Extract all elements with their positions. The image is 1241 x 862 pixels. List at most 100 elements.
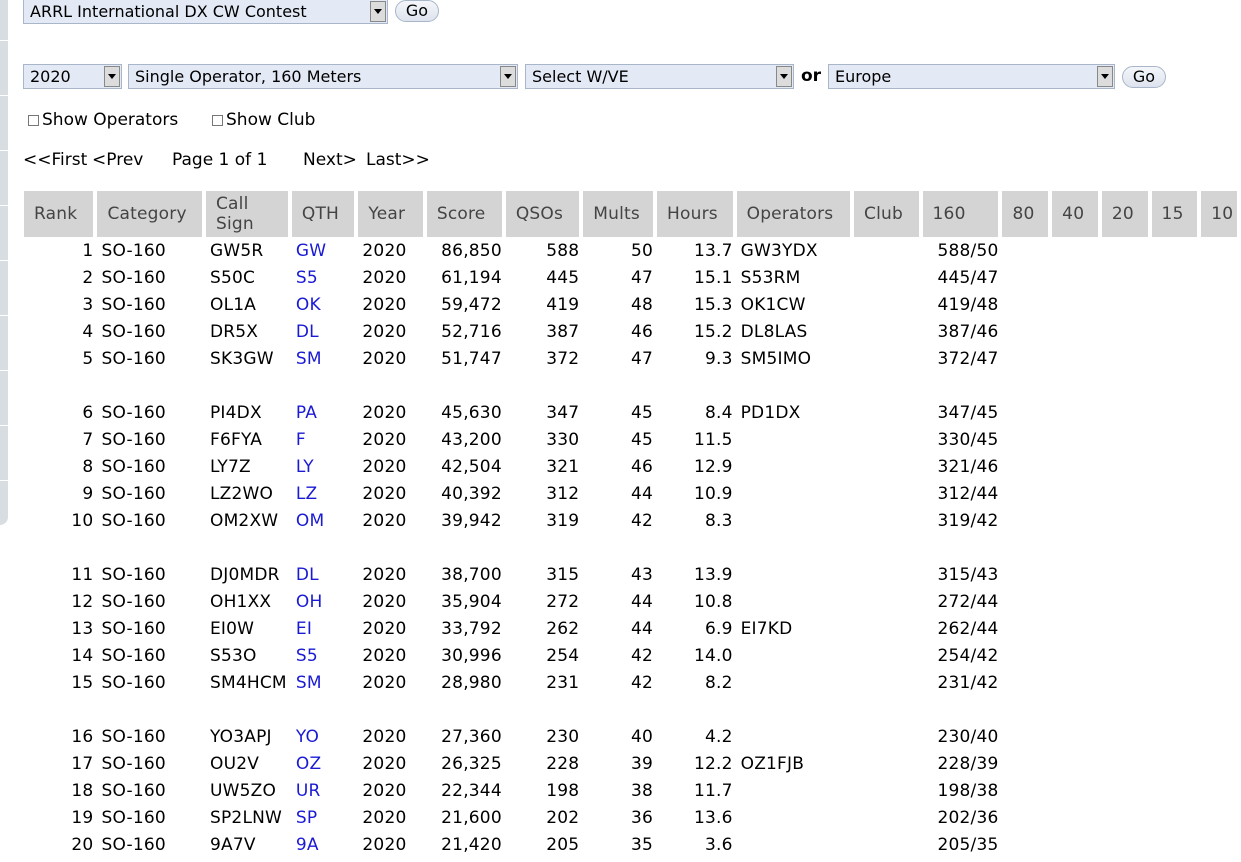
qth-link[interactable]: S5 <box>292 642 359 669</box>
band-cell <box>1201 669 1241 696</box>
column-header[interactable]: Call Sign <box>205 191 292 237</box>
pager-last-link[interactable]: Last>> <box>366 150 430 170</box>
chevron-down-icon[interactable] <box>500 66 516 87</box>
chevron-down-icon[interactable] <box>104 66 120 87</box>
year-select[interactable]: 2020 <box>23 64 122 89</box>
qth-link[interactable]: PA <box>292 399 359 426</box>
qth-link[interactable]: OH <box>292 588 359 615</box>
band-cell <box>1152 318 1202 345</box>
callsign-cell: EI0W <box>209 618 255 639</box>
column-header[interactable]: 15 <box>1151 191 1202 237</box>
contest-select[interactable]: ARRL International DX CW Contest <box>23 0 388 24</box>
year-cell: 2020 <box>362 753 407 774</box>
callsign-cell: OH1XX <box>209 591 272 612</box>
year-cell: 2020 <box>362 294 407 315</box>
operators-cell: EI7KD <box>740 618 793 639</box>
band-cell <box>1002 669 1052 696</box>
column-header[interactable]: 80 <box>1002 191 1053 237</box>
show-operators-checkbox[interactable]: Show Operators <box>28 110 178 130</box>
qth-link[interactable]: SP <box>292 804 359 831</box>
qth-link[interactable]: LY <box>292 453 359 480</box>
band-cell <box>1052 264 1102 291</box>
qth-link[interactable]: OM <box>292 507 359 534</box>
filter-go-button[interactable]: Go <box>1122 66 1166 88</box>
column-header[interactable]: Operators <box>736 191 855 237</box>
column-header[interactable]: Club <box>854 191 923 237</box>
column-header[interactable]: 40 <box>1052 191 1102 237</box>
column-header[interactable]: Mults <box>583 191 658 237</box>
column-header[interactable]: Score <box>426 191 506 237</box>
qth-link[interactable]: DL <box>292 318 359 345</box>
band-160-cell: 319/42 <box>937 510 999 531</box>
pager-first-link[interactable]: <<First <box>23 150 87 170</box>
band-160-cell: 272/44 <box>937 591 999 612</box>
band-cell <box>1201 507 1241 534</box>
chevron-down-icon[interactable] <box>370 1 386 22</box>
qth-link[interactable]: 9A <box>292 831 359 858</box>
hours-cell: 11.7 <box>693 780 733 801</box>
qth-link[interactable]: LZ <box>292 480 359 507</box>
hours-cell: 15.2 <box>693 321 733 342</box>
callsign-cell: DR5X <box>209 321 259 342</box>
pager-prev-link[interactable]: <Prev <box>92 150 143 170</box>
qth-link[interactable]: SM <box>292 669 359 696</box>
qsos-cell: 205 <box>546 834 580 855</box>
club-cell <box>854 615 923 642</box>
pager-next-link[interactable]: Next> <box>303 150 357 170</box>
qth-link[interactable]: OK <box>292 291 359 318</box>
qth-link[interactable]: GW <box>292 237 359 264</box>
band-cell <box>1052 831 1102 858</box>
mults-cell: 47 <box>630 267 654 288</box>
chevron-down-icon[interactable] <box>776 66 792 87</box>
year-cell: 2020 <box>362 321 407 342</box>
club-cell <box>854 426 923 453</box>
chevron-down-icon[interactable] <box>1097 66 1113 87</box>
band-cell <box>1152 777 1202 804</box>
column-header[interactable]: Category <box>97 191 206 237</box>
qth-link[interactable]: F <box>292 426 359 453</box>
spacer-cell <box>24 696 1241 723</box>
qth-link[interactable]: DL <box>292 561 359 588</box>
mults-cell: 47 <box>630 348 654 369</box>
column-header[interactable]: QTH <box>291 191 359 237</box>
qth-link[interactable]: YO <box>292 723 359 750</box>
column-header[interactable]: 10 <box>1201 191 1241 237</box>
qth-link[interactable]: SM <box>292 345 359 372</box>
band-cell <box>1002 399 1052 426</box>
column-header[interactable]: 20 <box>1101 191 1152 237</box>
qth-link[interactable]: UR <box>292 777 359 804</box>
column-header[interactable]: Rank <box>24 191 98 237</box>
rank-cell: 16 <box>71 726 94 747</box>
hours-cell: 9.3 <box>704 348 733 369</box>
mults-cell: 40 <box>630 726 654 747</box>
band-cell <box>1201 804 1241 831</box>
column-header[interactable]: Year <box>358 191 427 237</box>
operators-cell <box>737 426 854 453</box>
band-160-cell: 445/47 <box>937 267 999 288</box>
qth-link[interactable]: EI <box>292 615 359 642</box>
column-header[interactable]: QSOs <box>505 191 584 237</box>
category-select[interactable]: Single Operator, 160 Meters <box>128 64 518 89</box>
band-cell <box>1102 777 1152 804</box>
contest-go-button[interactable]: Go <box>395 0 439 22</box>
qth-link[interactable]: S5 <box>292 264 359 291</box>
year-cell: 2020 <box>362 402 407 423</box>
year-cell: 2020 <box>362 834 407 855</box>
table-row: 5 SO-160 SK3GW SM 2020 51,747 372 47 9.3 SM5IMO 37… <box>24 345 1241 372</box>
callsign-cell: OM2XW <box>209 510 279 531</box>
mults-cell: 50 <box>630 240 654 261</box>
wve-select[interactable]: Select W/VE <box>525 64 794 89</box>
score-cell: 38,700 <box>441 564 502 585</box>
region-select[interactable]: Europe <box>828 64 1115 89</box>
checkbox-box[interactable] <box>212 114 223 126</box>
operators-cell <box>737 723 854 750</box>
qth-link[interactable]: OZ <box>292 750 359 777</box>
checkbox-box[interactable] <box>28 114 39 126</box>
operators-cell <box>737 507 854 534</box>
column-header[interactable]: Hours <box>657 191 737 237</box>
column-header[interactable]: 160 <box>922 191 1003 237</box>
operators-cell <box>737 777 854 804</box>
band-cell <box>1201 723 1241 750</box>
show-club-checkbox[interactable]: Show Club <box>212 110 315 130</box>
callsign-cell: UW5ZO <box>209 780 277 801</box>
